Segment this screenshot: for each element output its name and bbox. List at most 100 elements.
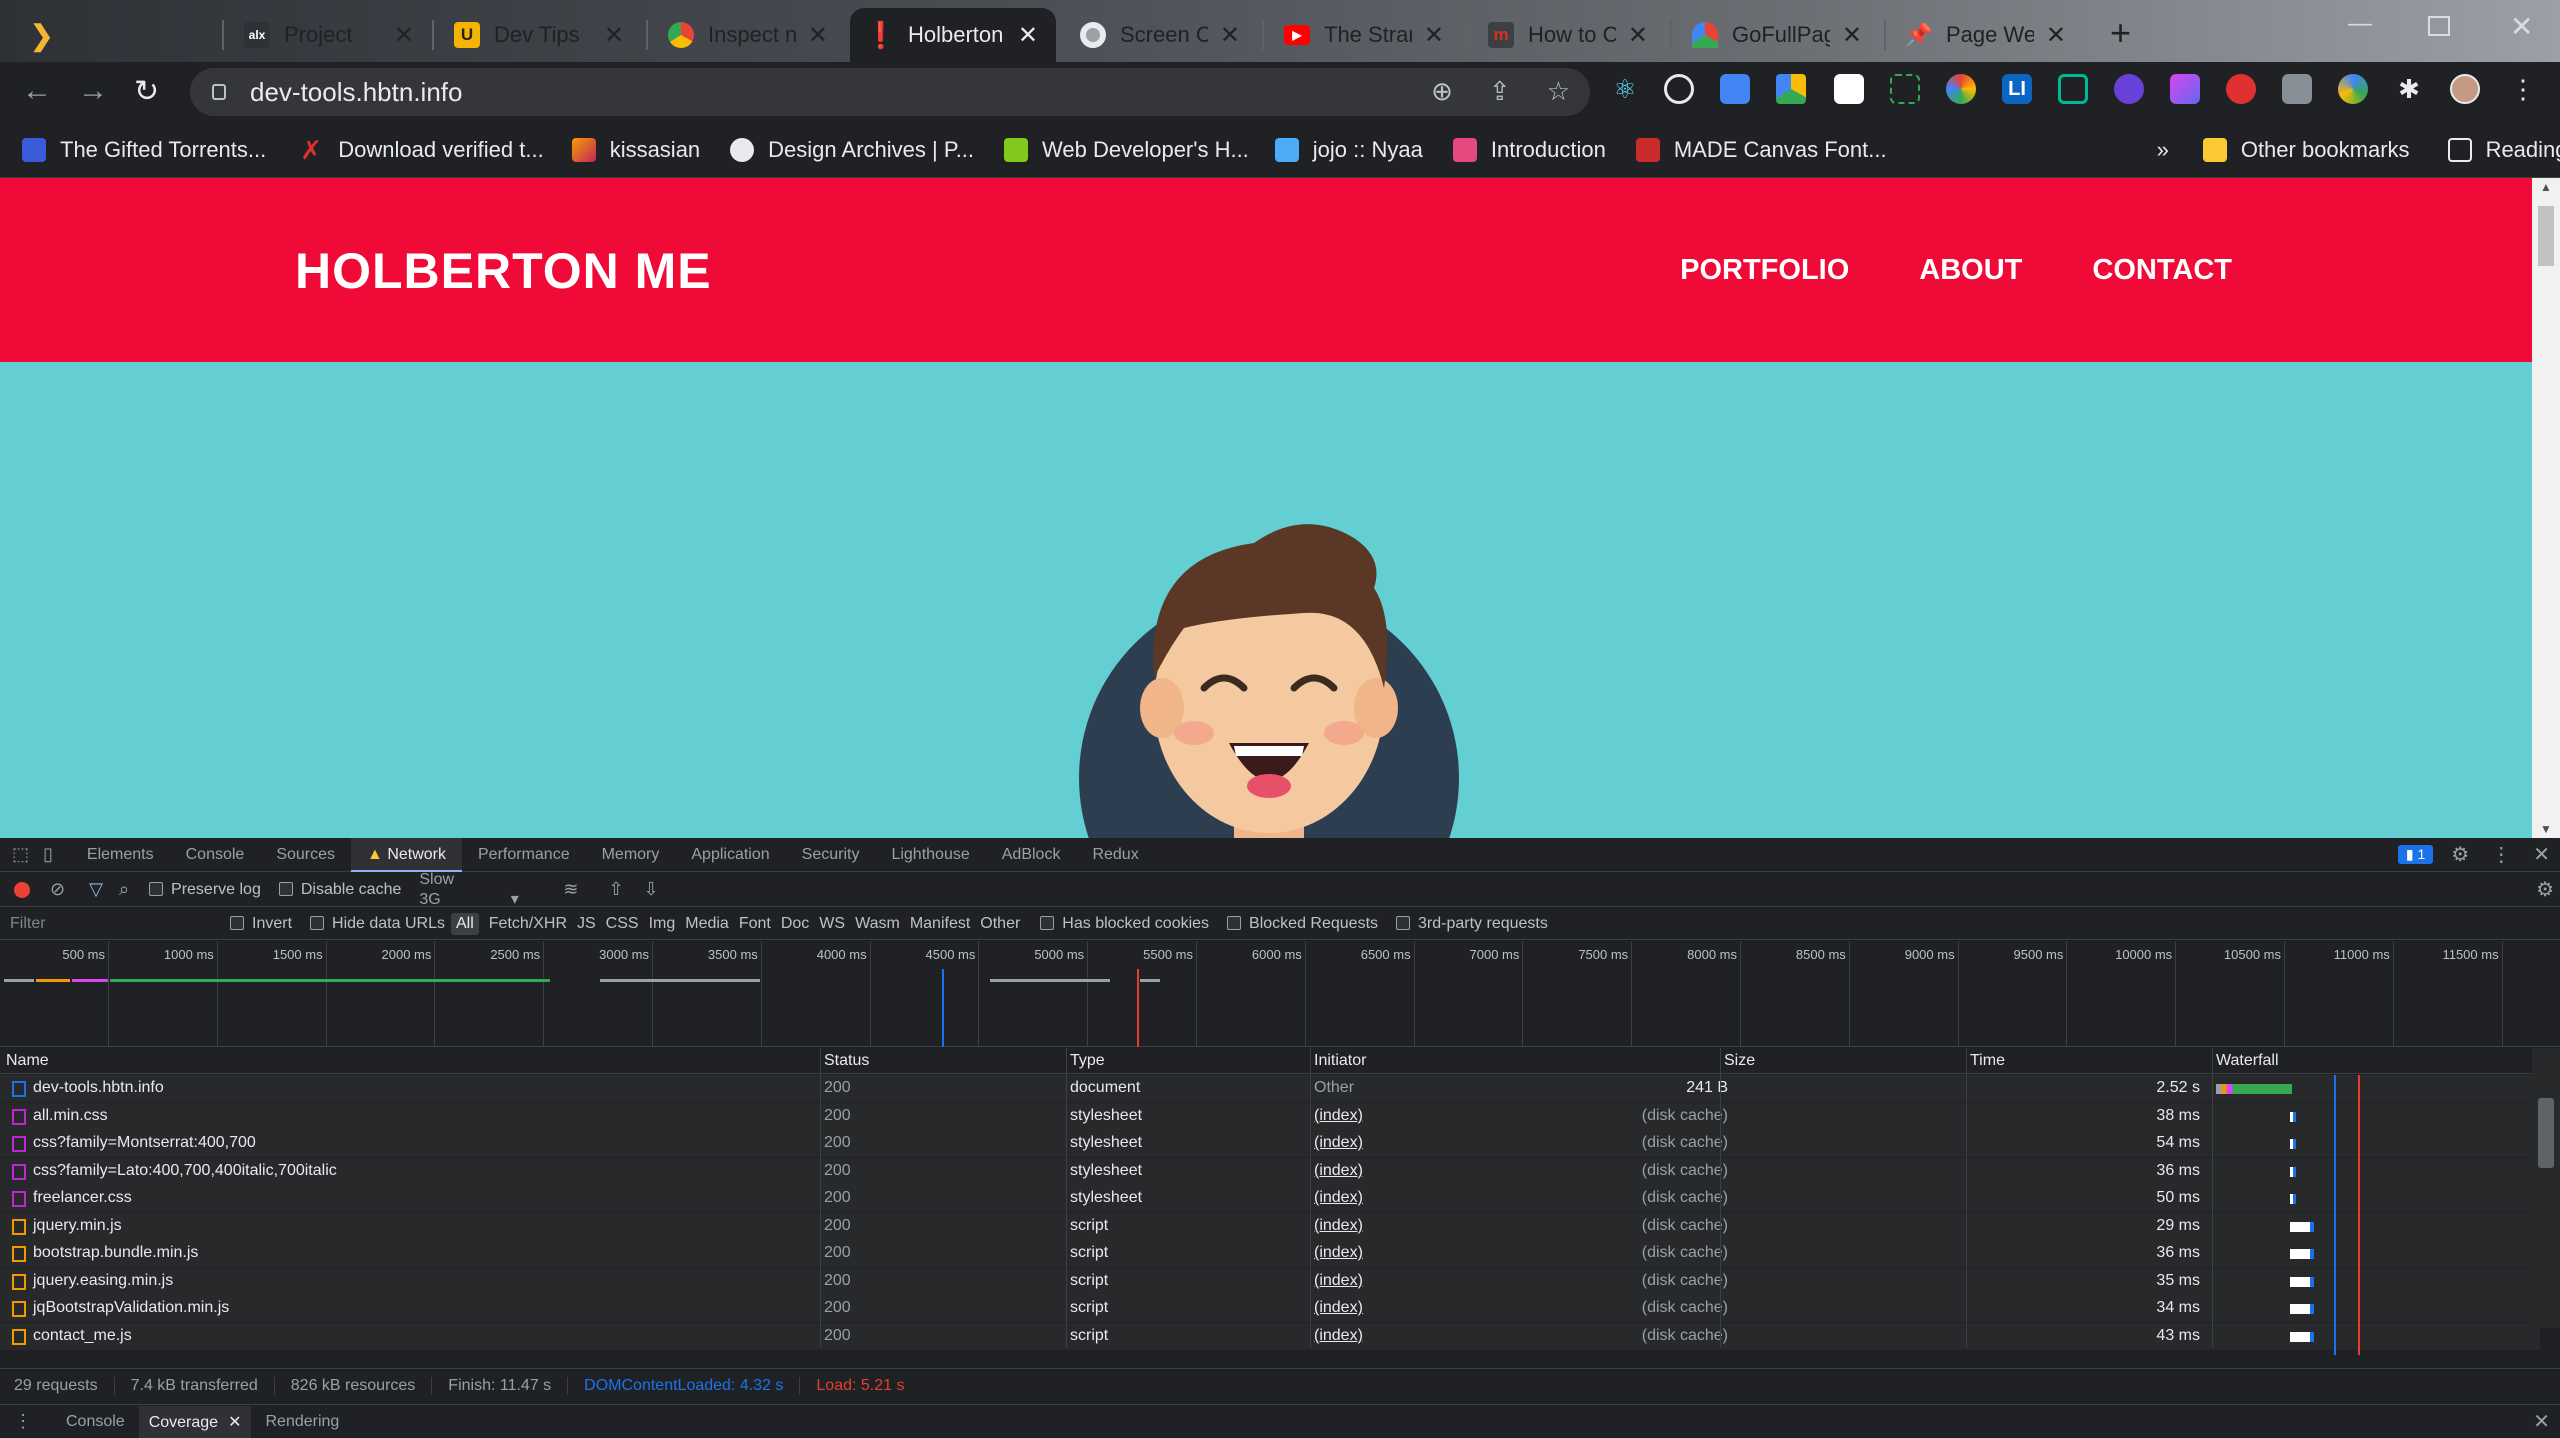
bookmark-item[interactable]: Introduction xyxy=(1452,137,1606,163)
cell-initiator[interactable]: (index) xyxy=(1314,1107,1363,1125)
drawer-tab-console[interactable]: Console xyxy=(52,1413,139,1431)
tab-application[interactable]: Application xyxy=(675,838,785,872)
filter-type-img[interactable]: Img xyxy=(649,915,676,933)
close-icon[interactable]: ✕ xyxy=(808,21,828,50)
throttle-select[interactable]: Slow 3G ▾ xyxy=(419,871,549,909)
third-party-toggle[interactable]: 3rd-party requests xyxy=(1396,915,1566,933)
network-settings-icon[interactable]: ⚙ xyxy=(2536,877,2554,902)
tab-0[interactable]: alx Project ✕ xyxy=(226,8,432,62)
bookmark-item[interactable]: kissasian xyxy=(571,137,700,163)
cell-initiator[interactable]: (index) xyxy=(1314,1272,1363,1290)
filter-icon[interactable]: ▽ xyxy=(89,879,103,900)
share-icon[interactable]: ⇪ xyxy=(1489,76,1511,107)
close-icon[interactable]: ✕ xyxy=(1220,21,1240,50)
tab-8[interactable]: 📌 Page Weig ✕ xyxy=(1888,8,2084,62)
invert-toggle[interactable]: Invert xyxy=(230,915,310,933)
close-icon[interactable]: ✕ xyxy=(394,21,414,50)
table-row[interactable]: all.min.css 200 stylesheet (index) (disk cac… xyxy=(0,1102,2540,1130)
cell-initiator[interactable]: (index) xyxy=(1314,1134,1363,1152)
bookmark-item[interactable]: Web Developer's H... xyxy=(1004,137,1249,163)
tab-5[interactable]: ▶ The Stran ✕ xyxy=(1266,8,1462,62)
close-drawer-icon[interactable]: ✕ xyxy=(2533,1409,2550,1434)
settings-gear-icon[interactable]: ⚙ xyxy=(2451,842,2469,867)
tab-sources[interactable]: Sources xyxy=(260,838,351,872)
bookmark-item[interactable]: The Gifted Torrents... xyxy=(22,137,266,163)
close-devtools-icon[interactable]: ✕ xyxy=(2533,842,2550,867)
maximize-icon[interactable] xyxy=(2428,16,2450,36)
zoom-icon[interactable]: ⊕ xyxy=(1431,76,1453,107)
filter-input[interactable]: Filter xyxy=(10,915,230,933)
avatar[interactable] xyxy=(2450,74,2480,104)
bookmark-item[interactable]: jojo :: Nyaa xyxy=(1274,137,1423,163)
fontsninja-icon[interactable] xyxy=(2282,74,2312,104)
preserve-log-checkbox[interactable] xyxy=(149,882,164,897)
table-row[interactable]: css?family=Lato:400,700,400italic,700ita… xyxy=(0,1157,2540,1185)
blocked-cookies-toggle[interactable]: Has blocked cookies xyxy=(1040,915,1227,933)
filter-type-ws[interactable]: WS xyxy=(819,915,845,933)
filter-type-all[interactable]: All xyxy=(450,912,479,935)
close-icon[interactable]: ✕ xyxy=(2046,21,2066,50)
colorpick-icon[interactable] xyxy=(1946,74,1976,104)
column-divider[interactable] xyxy=(1066,1048,1067,1348)
cell-initiator[interactable]: (index) xyxy=(1314,1327,1363,1345)
react-devtools-icon[interactable]: ⚛ xyxy=(1610,74,1640,104)
bookmark-star-icon[interactable]: ☆ xyxy=(1547,76,1570,107)
url-text[interactable]: dev-tools.hbtn.info xyxy=(250,77,462,108)
table-row[interactable]: bootstrap.bundle.min.js 200 script (index) (… xyxy=(0,1240,2540,1267)
tab-2[interactable]: Inspect ne ✕ xyxy=(650,8,846,62)
col-waterfall[interactable]: Waterfall xyxy=(2216,1052,2279,1070)
record-icon[interactable] xyxy=(14,881,30,898)
filter-type-manifest[interactable]: Manifest xyxy=(910,915,970,933)
tab-console[interactable]: Console xyxy=(170,838,261,872)
drive-icon[interactable] xyxy=(1776,74,1806,104)
col-size[interactable]: Size xyxy=(1724,1052,1755,1070)
export-har-icon[interactable]: ⇩ xyxy=(644,879,659,900)
col-time[interactable]: Time xyxy=(1970,1052,2005,1070)
filter-type-font[interactable]: Font xyxy=(739,915,771,933)
tab-security[interactable]: Security xyxy=(786,838,876,872)
squares-icon[interactable] xyxy=(2170,74,2200,104)
infinity-icon[interactable] xyxy=(2114,74,2144,104)
reload-icon[interactable]: ↻ xyxy=(134,74,159,109)
blocked-requests-toggle[interactable]: Blocked Requests xyxy=(1227,915,1396,933)
table-scrollbar-thumb[interactable] xyxy=(2538,1098,2554,1168)
close-icon[interactable]: ✕ xyxy=(1842,21,1862,50)
filter-type-doc[interactable]: Doc xyxy=(781,915,809,933)
tab-elements[interactable]: Elements xyxy=(71,838,170,872)
column-divider[interactable] xyxy=(1310,1048,1311,1348)
cell-initiator[interactable]: (index) xyxy=(1314,1299,1363,1317)
scroll-down-icon[interactable]: ▼ xyxy=(2540,822,2552,836)
bookmark-item[interactable]: MADE Canvas Font... xyxy=(1635,137,1887,163)
tab-7[interactable]: GoFullPag ✕ xyxy=(1674,8,1880,62)
close-icon[interactable]: ✕ xyxy=(228,1414,241,1431)
stop-hand-icon[interactable] xyxy=(2226,74,2256,104)
table-row[interactable]: dev-tools.hbtn.info 200 document Other 241 B… xyxy=(0,1075,2540,1102)
filter-type-js[interactable]: JS xyxy=(577,915,596,933)
close-icon[interactable]: ✕ xyxy=(1424,21,1444,50)
network-conditions-icon[interactable]: ≋ xyxy=(563,879,578,900)
back-icon[interactable]: ← xyxy=(22,74,52,108)
table-row[interactable]: freelancer.css 200 stylesheet (index) (disk … xyxy=(0,1185,2540,1212)
column-divider[interactable] xyxy=(1966,1048,1967,1348)
tab-4[interactable]: Screen Ca ✕ xyxy=(1062,8,1258,62)
hex-icon[interactable] xyxy=(2058,74,2088,104)
tab-memory[interactable]: Memory xyxy=(586,838,676,872)
filter-type-media[interactable]: Media xyxy=(685,915,729,933)
linkedin-icon[interactable]: LI xyxy=(2002,74,2032,104)
drawer-menu-icon[interactable]: ⋮ xyxy=(14,1411,32,1432)
hide-data-urls-toggle[interactable]: Hide data URLs xyxy=(310,915,451,933)
tab-1[interactable]: U Dev Tips ✕ xyxy=(436,8,642,62)
nav-about[interactable]: ABOUT xyxy=(1919,254,2022,287)
network-overview-timeline[interactable]: 500 ms 1000 ms 1500 ms 2000 ms 2500 ms 3000 m… xyxy=(0,941,2560,1047)
cell-initiator[interactable]: (index) xyxy=(1314,1189,1363,1207)
col-name[interactable]: Name xyxy=(6,1052,49,1070)
third-party-checkbox[interactable] xyxy=(1396,916,1411,931)
import-har-icon[interactable]: ⇧ xyxy=(608,879,623,900)
column-divider[interactable] xyxy=(820,1048,821,1348)
table-row[interactable]: jqBootstrapValidation.min.js 200 script (in… xyxy=(0,1295,2540,1322)
bookmarks-overflow-button[interactable]: » xyxy=(2157,137,2169,163)
col-initiator[interactable]: Initiator xyxy=(1314,1052,1366,1070)
filter-type-wasm[interactable]: Wasm xyxy=(855,915,900,933)
tab-performance[interactable]: Performance xyxy=(462,838,586,872)
drawer-tab-rendering[interactable]: Rendering xyxy=(251,1413,353,1431)
